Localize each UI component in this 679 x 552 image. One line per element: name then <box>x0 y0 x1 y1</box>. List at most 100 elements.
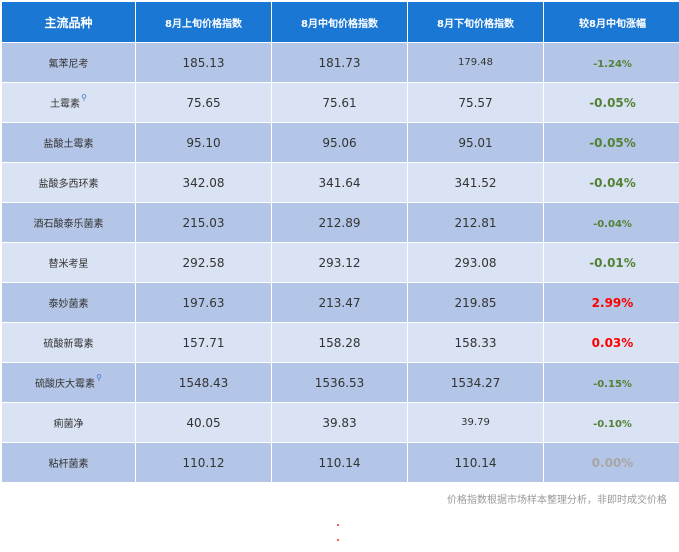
cell-late-august: 219.85 <box>407 282 544 323</box>
table-header-row: 主流品种 8月上旬价格指数 8月中旬价格指数 8月下旬价格指数 较8月中旬涨幅 <box>2 2 679 43</box>
table-row: 粘杆菌素 110.12 110.14 110.14 0.00% <box>2 442 679 483</box>
header-mid-august: 8月中旬价格指数 <box>271 2 408 43</box>
cell-mid-august: 181.73 <box>271 42 408 83</box>
cell-early-august: 185.13 <box>135 42 272 83</box>
cell-late-august: 110.14 <box>407 442 544 483</box>
decorative-dot <box>337 524 339 526</box>
cell-change: -0.01% <box>543 242 679 283</box>
change-value: -0.01% <box>589 255 636 270</box>
variety-name: 土霉素 <box>50 99 81 110</box>
cell-change: -0.04% <box>543 202 679 243</box>
cell-early-august: 1548.43 <box>135 362 272 403</box>
cell-variety: 酒石酸泰乐菌素 <box>2 202 136 243</box>
price-index-table: 主流品种 8月上旬价格指数 8月中旬价格指数 8月下旬价格指数 较8月中旬涨幅 … <box>2 2 679 483</box>
cell-variety: 痢菌净 <box>2 402 136 443</box>
change-value: 0.03% <box>591 335 634 350</box>
footnote: 价格指数根据市场样本整理分析，非即时成交价格 <box>447 495 667 506</box>
change-value: -0.05% <box>589 135 636 150</box>
table-row: 盐酸多西环素 342.08 341.64 341.52 -0.04% <box>2 162 679 203</box>
cell-early-august: 75.65 <box>135 82 272 123</box>
table-row: 氟苯尼考 185.13 181.73 179.48 -1.24% <box>2 42 679 83</box>
cell-late-august: 75.57 <box>407 82 544 123</box>
change-value: -0.04% <box>593 218 632 230</box>
cell-late-august: 212.81 <box>407 202 544 243</box>
cell-change: -0.15% <box>543 362 679 403</box>
header-late-august: 8月下旬价格指数 <box>407 2 544 43</box>
variety-name: 盐酸土霉素 <box>43 139 94 150</box>
table-body: 氟苯尼考 185.13 181.73 179.48 -1.24% 土霉素⚲ 75.65 75.… <box>2 42 679 483</box>
cell-mid-august: 293.12 <box>271 242 408 283</box>
cell-late-august: 1534.27 <box>407 362 544 403</box>
cell-variety: 硫酸新霉素 <box>2 322 136 363</box>
cell-late-august: 39.79 <box>407 402 544 443</box>
cell-variety: 盐酸土霉素 <box>2 122 136 163</box>
cell-change: 2.99% <box>543 282 679 323</box>
change-value: 2.99% <box>591 295 634 310</box>
cell-change: -0.05% <box>543 82 679 123</box>
change-value: 0.00% <box>591 455 634 470</box>
table-row: 硫酸庆大霉素⚲ 1548.43 1536.53 1534.27 -0.15% <box>2 362 679 403</box>
cell-mid-august: 39.83 <box>271 402 408 443</box>
cell-early-august: 95.10 <box>135 122 272 163</box>
cell-mid-august: 110.14 <box>271 442 408 483</box>
cell-late-august: 179.48 <box>407 42 544 83</box>
cell-mid-august: 213.47 <box>271 282 408 323</box>
cell-variety: 土霉素⚲ <box>2 82 136 123</box>
cell-late-august: 293.08 <box>407 242 544 283</box>
cell-early-august: 342.08 <box>135 162 272 203</box>
cell-late-august: 95.01 <box>407 122 544 163</box>
cell-change: -0.05% <box>543 122 679 163</box>
cell-change: 0.03% <box>543 322 679 363</box>
cell-mid-august: 158.28 <box>271 322 408 363</box>
cell-change: -0.10% <box>543 402 679 443</box>
cell-late-august: 158.33 <box>407 322 544 363</box>
cell-mid-august: 1536.53 <box>271 362 408 403</box>
cell-early-august: 215.03 <box>135 202 272 243</box>
cell-variety: 泰妙菌素 <box>2 282 136 323</box>
cell-mid-august: 95.06 <box>271 122 408 163</box>
cell-early-august: 110.12 <box>135 442 272 483</box>
table-row: 盐酸土霉素 95.10 95.06 95.01 -0.05% <box>2 122 679 163</box>
table-row: 泰妙菌素 197.63 213.47 219.85 2.99% <box>2 282 679 323</box>
variety-name: 泰妙菌素 <box>48 299 89 310</box>
cell-variety: 替米考星 <box>2 242 136 283</box>
table-row: 痢菌净 40.05 39.83 39.79 -0.10% <box>2 402 679 443</box>
decorative-dot <box>337 539 339 541</box>
cell-early-august: 197.63 <box>135 282 272 323</box>
table-row: 土霉素⚲ 75.65 75.61 75.57 -0.05% <box>2 82 679 123</box>
variety-name: 硫酸新霉素 <box>43 339 94 350</box>
variety-name: 替米考星 <box>48 259 89 270</box>
change-value: -0.04% <box>589 175 636 190</box>
cell-variety: 粘杆菌素 <box>2 442 136 483</box>
change-value: -0.10% <box>593 418 632 430</box>
cell-change: -0.04% <box>543 162 679 203</box>
cell-late-august: 341.52 <box>407 162 544 203</box>
table-row: 硫酸新霉素 157.71 158.28 158.33 0.03% <box>2 322 679 363</box>
variety-name: 酒石酸泰乐菌素 <box>33 219 104 230</box>
cell-variety: 氟苯尼考 <box>2 42 136 83</box>
cell-change: 0.00% <box>543 442 679 483</box>
change-value: -1.24% <box>593 58 632 70</box>
header-early-august: 8月上旬价格指数 <box>135 2 272 43</box>
variety-name: 粘杆菌素 <box>48 459 89 470</box>
table-row: 酒石酸泰乐菌素 215.03 212.89 212.81 -0.04% <box>2 202 679 243</box>
cell-mid-august: 75.61 <box>271 82 408 123</box>
cell-variety: 盐酸多西环素 <box>2 162 136 203</box>
change-value: -0.15% <box>593 378 632 390</box>
magnifier-icon[interactable]: ⚲ <box>81 93 87 102</box>
cell-early-august: 292.58 <box>135 242 272 283</box>
cell-change: -1.24% <box>543 42 679 83</box>
variety-name: 硫酸庆大霉素 <box>35 379 96 390</box>
table-row: 替米考星 292.58 293.12 293.08 -0.01% <box>2 242 679 283</box>
header-variety: 主流品种 <box>2 2 136 43</box>
variety-name: 痢菌净 <box>53 419 84 430</box>
variety-name: 盐酸多西环素 <box>38 179 99 190</box>
variety-name: 氟苯尼考 <box>48 59 89 70</box>
cell-variety: 硫酸庆大霉素⚲ <box>2 362 136 403</box>
change-value: -0.05% <box>589 95 636 110</box>
cell-early-august: 40.05 <box>135 402 272 443</box>
cell-mid-august: 341.64 <box>271 162 408 203</box>
header-change: 较8月中旬涨幅 <box>543 2 679 43</box>
magnifier-icon[interactable]: ⚲ <box>96 373 102 382</box>
cell-early-august: 157.71 <box>135 322 272 363</box>
